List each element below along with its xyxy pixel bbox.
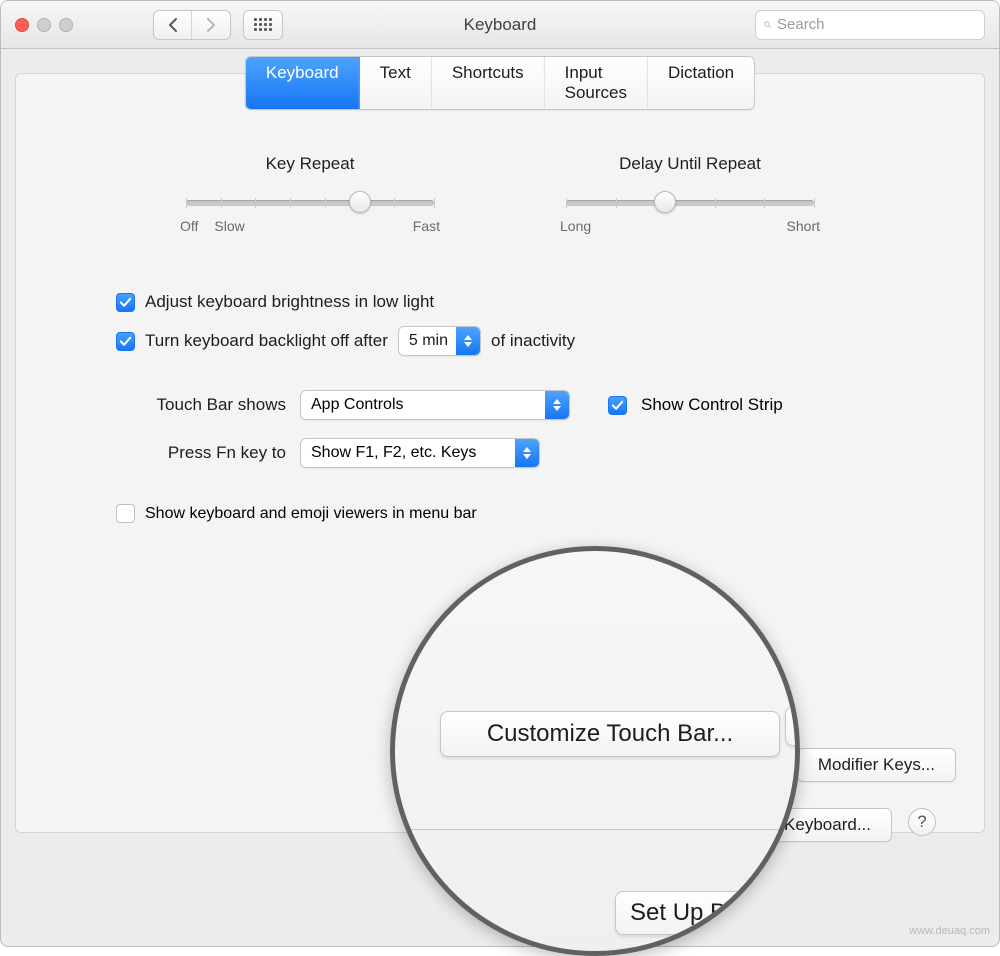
magnifier-overlay: Customize Touch Bar... difier Keys... Ke… bbox=[390, 546, 800, 956]
key-repeat-fast-label: Fast bbox=[413, 218, 440, 234]
delay-repeat-block: Delay Until Repeat Long Short bbox=[560, 154, 820, 234]
delay-short-label: Short bbox=[787, 218, 820, 234]
tab-text[interactable]: Text bbox=[360, 57, 432, 109]
key-repeat-block: Key Repeat Off bbox=[180, 154, 440, 234]
press-fn-label: Press Fn key to bbox=[116, 443, 286, 463]
touchbar-shows-row: Touch Bar shows App Controls Show Contro… bbox=[116, 390, 984, 420]
search-icon bbox=[764, 17, 771, 32]
close-icon[interactable] bbox=[15, 18, 29, 32]
stepper-icon bbox=[515, 439, 539, 467]
grid-icon bbox=[254, 18, 272, 31]
window-controls bbox=[15, 18, 73, 32]
tab-input-sources[interactable]: Input Sources bbox=[545, 57, 648, 109]
emoji-menubar-row: Show keyboard and emoji viewers in menu … bbox=[116, 504, 984, 523]
delay-repeat-label: Delay Until Repeat bbox=[560, 154, 820, 174]
key-repeat-slider[interactable] bbox=[186, 200, 434, 206]
stepper-icon bbox=[456, 327, 480, 355]
customize-touch-bar-button-zoomed[interactable]: Customize Touch Bar... bbox=[440, 711, 780, 757]
watermark: www.deuaq.com bbox=[909, 925, 990, 937]
minimize-icon bbox=[37, 18, 51, 32]
delay-repeat-scale: Long Short bbox=[560, 218, 820, 234]
brightness-checks: Adjust keyboard brightness in low light … bbox=[116, 292, 984, 356]
emoji-menubar-label: Show keyboard and emoji viewers in menu … bbox=[145, 505, 477, 523]
touchbar-selects: Touch Bar shows App Controls Show Contro… bbox=[116, 390, 984, 468]
backlight-off-checkbox[interactable] bbox=[116, 332, 135, 351]
show-all-button[interactable] bbox=[243, 10, 283, 40]
key-repeat-label: Key Repeat bbox=[180, 154, 440, 174]
modifier-keys-button[interactable]: Modifier Keys... bbox=[797, 748, 956, 782]
maximize-icon bbox=[59, 18, 73, 32]
backlight-off-label-pre: Turn keyboard backlight off after bbox=[145, 331, 388, 351]
press-fn-value: Show F1, F2, etc. Keys bbox=[311, 444, 484, 462]
adjust-brightness-checkbox[interactable] bbox=[116, 293, 135, 312]
tab-keyboard[interactable]: Keyboard bbox=[246, 57, 360, 109]
key-repeat-slow-label: Slow bbox=[214, 218, 244, 234]
key-repeat-scale: Off Slow Fast bbox=[180, 218, 440, 234]
adjust-brightness-row: Adjust keyboard brightness in low light bbox=[116, 292, 984, 312]
help-button[interactable]: ? bbox=[908, 808, 936, 836]
sliders-row: Key Repeat Off bbox=[16, 154, 984, 234]
emoji-menubar-checkbox[interactable] bbox=[116, 504, 135, 523]
press-fn-row: Press Fn key to Show F1, F2, etc. Keys bbox=[116, 438, 984, 468]
nav-back-forward bbox=[153, 10, 231, 40]
backlight-timeout-select[interactable]: 5 min bbox=[398, 326, 481, 356]
tab-dictation[interactable]: Dictation bbox=[648, 57, 754, 109]
key-repeat-off-label: Off bbox=[180, 218, 198, 234]
backlight-off-label-post: of inactivity bbox=[491, 331, 575, 351]
delay-repeat-thumb[interactable] bbox=[654, 191, 676, 213]
tab-bar: Keyboard Text Shortcuts Input Sources Di… bbox=[245, 56, 755, 110]
adjust-brightness-label: Adjust keyboard brightness in low light bbox=[145, 292, 434, 312]
tab-shortcuts[interactable]: Shortcuts bbox=[432, 57, 545, 109]
backlight-off-row: Turn keyboard backlight off after 5 min … bbox=[116, 326, 984, 356]
show-control-strip-label: Show Control Strip bbox=[641, 395, 783, 415]
show-control-strip-checkbox[interactable] bbox=[608, 396, 627, 415]
setup-bluetooth-keyboard-button-zoomed[interactable]: Set Up B bbox=[615, 891, 785, 935]
key-repeat-thumb[interactable] bbox=[349, 191, 371, 213]
delay-repeat-slider[interactable] bbox=[566, 200, 814, 206]
touchbar-shows-label: Touch Bar shows bbox=[116, 395, 286, 415]
stepper-icon bbox=[545, 391, 569, 419]
backlight-timeout-value: 5 min bbox=[409, 332, 456, 350]
delay-long-label: Long bbox=[560, 218, 591, 234]
search-input[interactable] bbox=[777, 16, 976, 33]
touchbar-shows-value: App Controls bbox=[311, 396, 412, 414]
back-button[interactable] bbox=[154, 11, 192, 39]
search-field[interactable] bbox=[755, 10, 985, 40]
titlebar: Keyboard bbox=[1, 1, 999, 49]
touchbar-shows-select[interactable]: App Controls bbox=[300, 390, 570, 420]
forward-button[interactable] bbox=[192, 11, 230, 39]
divider bbox=[395, 829, 795, 830]
press-fn-select[interactable]: Show F1, F2, etc. Keys bbox=[300, 438, 540, 468]
